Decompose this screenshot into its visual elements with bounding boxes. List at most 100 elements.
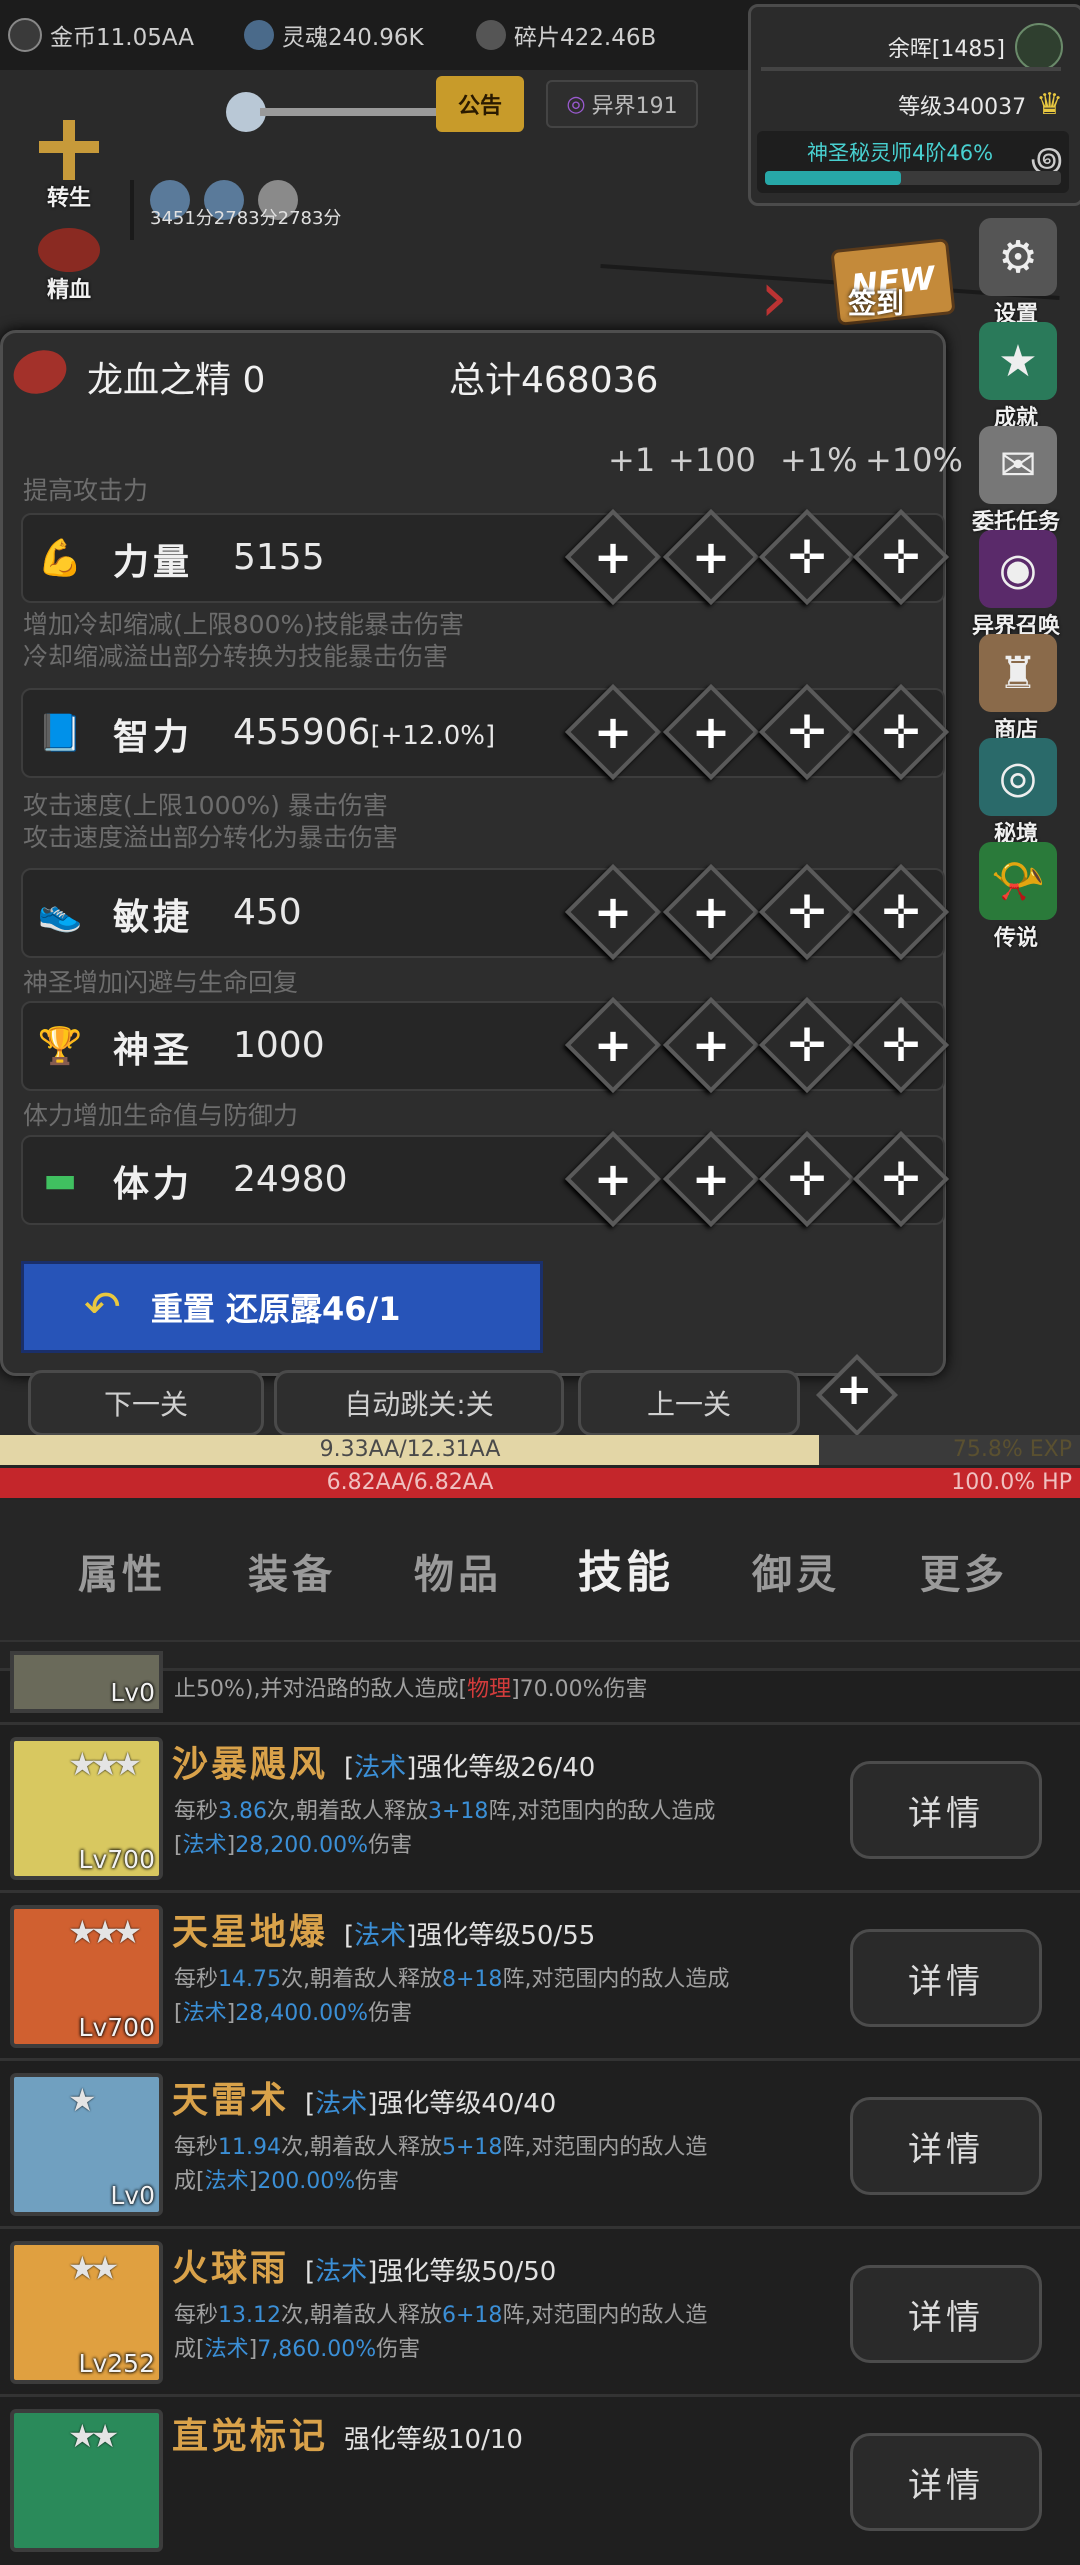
attribute-row-1: 📘 智力 455906[+12.0%] + + ✛ ✛ <box>21 683 950 781</box>
skill-tag: 法术 <box>354 1921 407 1951</box>
expand-button[interactable]: + <box>815 1353 899 1437</box>
increment-button[interactable]: + <box>662 683 760 781</box>
rebirth-button[interactable]: 转生 <box>26 120 112 212</box>
details-button[interactable]: 详情 <box>850 2097 1042 2195</box>
side-menu-portal[interactable]: ◉ 异界召唤 <box>966 530 1070 639</box>
double-plus-icon: ✛ <box>881 530 921 584</box>
increment-button[interactable]: ✛ <box>852 1130 950 1228</box>
attribute-description: 体力增加生命值与防御力 <box>23 1101 299 1130</box>
arm-icon: 💪 <box>37 538 83 579</box>
player-stats-box: 余晖[1485] 等级340037 ♛ 神圣秘灵师4阶46% ꩜ <box>748 4 1080 206</box>
attribute-name: 智力 <box>113 717 194 758</box>
skill-desc-text: 伤害 <box>376 2337 421 2362</box>
skill-description: 每秒14.75次,朝着敌人释放8+18阵,对范围内的敌人造成 [法术]28,400… <box>174 1963 774 2031</box>
details-button[interactable]: 详情 <box>850 1929 1042 2027</box>
notice-button[interactable]: 公告 <box>436 76 524 132</box>
tab-4[interactable]: 御灵 <box>752 1542 840 1600</box>
essence-button[interactable]: 精血 <box>26 228 112 304</box>
bracket: [ <box>344 1753 355 1783</box>
attribute-row-2: 👟 敏捷 450 + + ✛ ✛ <box>21 863 950 961</box>
skill-count: 6+18 <box>442 2303 503 2328</box>
next-stage-button[interactable]: 下一关 <box>28 1370 264 1436</box>
increment-label: +100 <box>668 441 756 479</box>
skill-stars: ★★★ <box>68 1913 142 1951</box>
details-button[interactable]: 详情 <box>850 2433 1042 2531</box>
skill-desc-text: 每秒 <box>174 2135 219 2160</box>
side-menu-scroll[interactable]: ✉ 委托任务 <box>966 426 1070 535</box>
attribute-name: 体力 <box>113 1164 194 1205</box>
increment-button[interactable]: ✛ <box>758 863 856 961</box>
bracket: [ <box>344 1921 355 1951</box>
prev-stage-button[interactable]: 上一关 <box>578 1370 800 1436</box>
skill-desc-text: 止50%),并对沿路的敌人造成[ <box>174 1677 468 1702</box>
tab-label: 技能 <box>578 1547 674 1598</box>
increment-button[interactable]: ✛ <box>758 996 856 1094</box>
otherworld-portal-icon: ◎ <box>566 91 586 117</box>
increment-button[interactable]: + <box>564 683 662 781</box>
attribute-description: 冷却缩减溢出部分转换为技能暴击伤害 <box>23 642 449 671</box>
skill-name: 沙暴飓风 [法术]强化等级26/40 <box>172 1735 595 1787</box>
bag-icon: ♜ <box>979 634 1057 712</box>
attribute-value-number: 24980 <box>233 1159 348 1200</box>
hp-text: 6.82AA/6.82AA <box>326 1470 494 1495</box>
side-menu-star[interactable]: ★ 成就 <box>966 322 1070 431</box>
skill-tag: 法术 <box>315 2089 368 2119</box>
skill-enhance-level: 强化等级10/10 <box>344 2425 523 2455</box>
otherworld-button[interactable]: ◎ 异界191 <box>546 80 698 128</box>
increment-label: +10% <box>865 441 963 479</box>
bracket: [ <box>305 2257 316 2287</box>
tab-0[interactable]: 属性 <box>78 1542 166 1600</box>
hp-bar: 6.82AA/6.82AA 100.0% HP <box>0 1468 1080 1498</box>
skill-row: ★ Lv0 天雷术 [法术]强化等级40/40 每秒11.94次,朝着敌人释放5+18阵… <box>0 2058 1080 2229</box>
auto-skip-button[interactable]: 自动跳关:关 <box>274 1370 564 1436</box>
skill-damage: 7,860.00% <box>257 2337 377 2362</box>
attribute-value-number: 5155 <box>233 537 325 578</box>
skill-damage-type: 物理 <box>467 1677 512 1702</box>
tab-5[interactable]: 更多 <box>920 1542 1008 1600</box>
skill-desc-text: 阵,对范围内的敌人造 <box>502 2303 708 2328</box>
increment-button[interactable]: + <box>564 863 662 961</box>
side-menu-vortex[interactable]: ◎ 秘境 <box>966 738 1070 847</box>
tab-2[interactable]: 物品 <box>414 1542 502 1600</box>
hp-percent: 100.0% HP <box>951 1470 1072 1495</box>
skill-description: 止50%),并对沿路的敌人造成[物理]70.00%伤害 <box>174 1673 774 1707</box>
side-menu-gear[interactable]: ⚙ 设置 <box>966 218 1070 327</box>
soul-counter: 灵魂240.96K <box>244 18 424 52</box>
increment-button[interactable]: ✛ <box>758 1130 856 1228</box>
attribute-value: 455906[+12.0%] <box>233 712 495 753</box>
skill-meta: [法术]强化等级40/40 <box>305 2089 556 2119</box>
attribute-name: 敏捷 <box>113 897 194 938</box>
signin-label[interactable]: 签到 <box>848 282 904 322</box>
increment-button[interactable]: + <box>564 1130 662 1228</box>
increment-button[interactable]: ✛ <box>758 508 856 606</box>
increment-button[interactable]: + <box>564 996 662 1094</box>
skill-stars: ★★ <box>68 2249 119 2287</box>
side-menu: ⚙ 设置 ★ 成就 ✉ 委托任务 ◉ 异界召唤 ♜ 商店 ◎ 秘境 📯 传说 <box>956 218 1080 958</box>
side-menu-bag[interactable]: ♜ 商店 <box>966 634 1070 743</box>
increment-button[interactable]: + <box>564 508 662 606</box>
skill-count: 3+18 <box>428 1799 489 1824</box>
skill-stars: ★ <box>68 2081 97 2119</box>
skill-enhance-level: 强化等级50/55 <box>416 1921 596 1951</box>
increment-button[interactable]: ✛ <box>852 508 950 606</box>
skill-name: 天星地爆 [法术]强化等级50/55 <box>172 1903 595 1955</box>
increment-button[interactable]: ✛ <box>852 996 950 1094</box>
tab-3[interactable]: 技能 <box>530 1520 742 1616</box>
increment-label: +1% <box>780 441 858 479</box>
double-plus-icon: ✛ <box>787 885 827 939</box>
skill-rate: 11.94 <box>218 2135 281 2160</box>
level-row: 等级340037 ♛ <box>898 87 1063 122</box>
tab-1[interactable]: 装备 <box>248 1542 336 1600</box>
increment-button[interactable]: + <box>662 508 760 606</box>
increment-button[interactable]: + <box>662 996 760 1094</box>
increment-button[interactable]: + <box>662 1130 760 1228</box>
increment-button[interactable]: ✛ <box>852 683 950 781</box>
skill-stars: ★★★ <box>68 1745 142 1783</box>
increment-button[interactable]: ✛ <box>758 683 856 781</box>
details-button[interactable]: 详情 <box>850 1761 1042 1859</box>
increment-button[interactable]: + <box>662 863 760 961</box>
details-button[interactable]: 详情 <box>850 2265 1042 2363</box>
reset-button[interactable]: ↶ 重置 还原露46/1 <box>21 1261 543 1353</box>
increment-button[interactable]: ✛ <box>852 863 950 961</box>
side-menu-horn[interactable]: 📯 传说 <box>966 842 1070 951</box>
